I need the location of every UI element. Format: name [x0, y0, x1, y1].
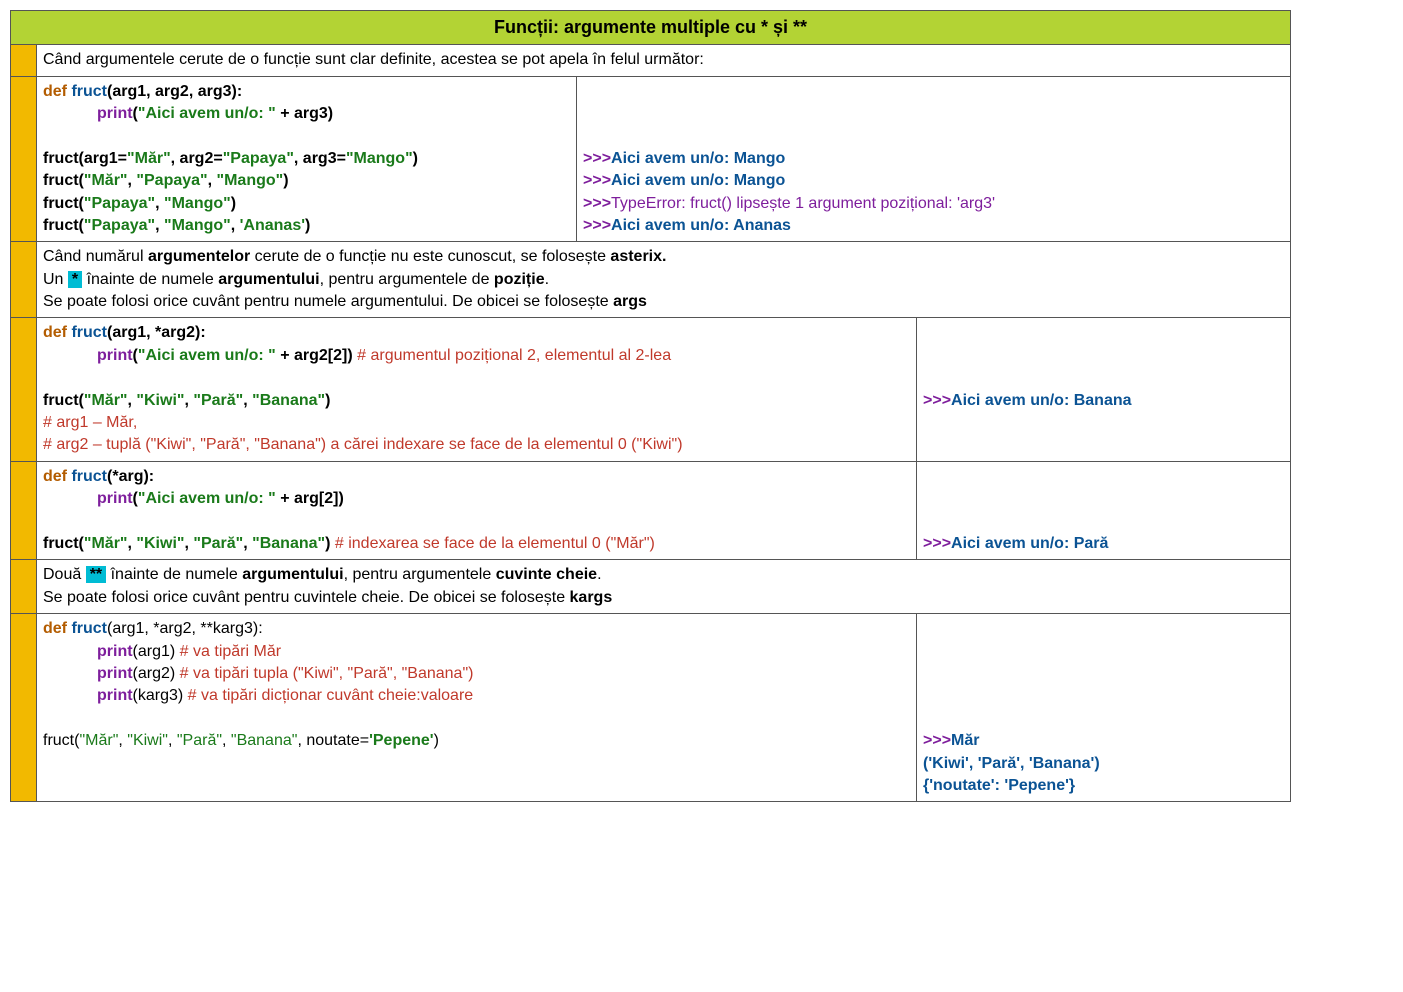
double-asterisk-icon: **	[86, 566, 106, 583]
output-block-3: >>>Aici avem un/o: Pară	[917, 461, 1291, 560]
output-block-1: >>>Aici avem un/o: Mango >>>Aici avem un…	[577, 76, 1291, 242]
gutter	[11, 45, 37, 76]
gutter	[11, 318, 37, 461]
page-title: Funcții: argumente multiple cu * și **	[11, 11, 1291, 45]
tutorial-table: Funcții: argumente multiple cu * și ** C…	[10, 10, 1291, 802]
code-block-4: def fruct(arg1, *arg2, **karg3): print(a…	[37, 614, 917, 802]
code-block-2: def fruct(arg1, *arg2): print("Aici avem…	[37, 318, 917, 461]
intro-text: Când argumentele cerute de o funcție sun…	[37, 45, 1291, 76]
gutter	[11, 614, 37, 802]
asterisk-icon: *	[68, 271, 82, 288]
output-block-4: >>>Măr ('Kiwi', 'Pară', 'Banana') {'nout…	[917, 614, 1291, 802]
explain-double-asterisk: Două ** înainte de numele argumentului, …	[37, 560, 1291, 614]
gutter	[11, 461, 37, 560]
gutter	[11, 560, 37, 614]
explain-asterisk: Când numărul argumentelor cerute de o fu…	[37, 242, 1291, 318]
gutter	[11, 242, 37, 318]
gutter	[11, 76, 37, 242]
code-block-1: def fruct(arg1, arg2, arg3): print("Aici…	[37, 76, 577, 242]
code-block-3: def fruct(*arg): print("Aici avem un/o: …	[37, 461, 917, 560]
output-block-2: >>>Aici avem un/o: Banana	[917, 318, 1291, 461]
